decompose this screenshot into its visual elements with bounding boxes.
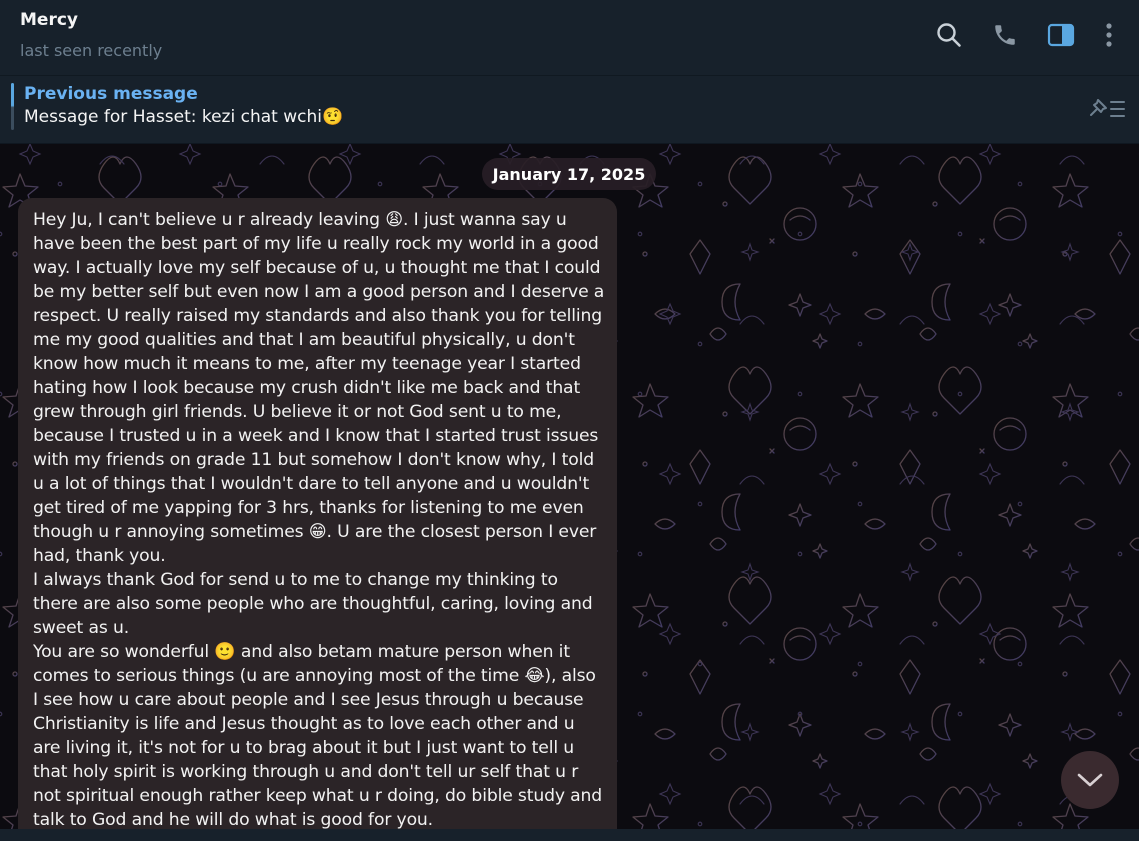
chevron-down-icon bbox=[1077, 773, 1103, 787]
sidebar-toggle-icon[interactable] bbox=[1046, 20, 1076, 50]
telegram-chat-window: Mercy last seen recently Previous messag… bbox=[0, 0, 1139, 841]
pinned-text: Message for Hasset: kezi chat wchi🤨 bbox=[24, 107, 344, 127]
contact-status: last seen recently bbox=[20, 41, 163, 60]
message-paragraph: You are so wonderful 🙂 and also betam ma… bbox=[33, 642, 603, 830]
pinned-list-icon[interactable] bbox=[1089, 96, 1127, 122]
more-vertical-icon[interactable] bbox=[1094, 20, 1124, 50]
phone-icon[interactable] bbox=[990, 20, 1020, 50]
contact-name[interactable]: Mercy bbox=[20, 10, 78, 30]
message-paragraph: I always thank God for send u to me to c… bbox=[33, 570, 593, 638]
message-paragraph: Hey Ju, I can't believe u r already leav… bbox=[33, 210, 605, 566]
date-separator: January 17, 2025 bbox=[482, 158, 656, 190]
composer-edge bbox=[0, 829, 1139, 841]
scroll-to-bottom-button[interactable] bbox=[1061, 751, 1119, 809]
search-icon[interactable] bbox=[934, 20, 964, 50]
pinned-message-bar[interactable]: Previous message Message for Hasset: kez… bbox=[0, 76, 1139, 144]
message-bubble[interactable]: Hey Ju, I can't believe u r already leav… bbox=[18, 198, 617, 841]
chat-header: Mercy last seen recently bbox=[0, 0, 1139, 76]
pinned-title: Previous message bbox=[24, 84, 198, 104]
pinned-indicator bbox=[11, 83, 14, 130]
